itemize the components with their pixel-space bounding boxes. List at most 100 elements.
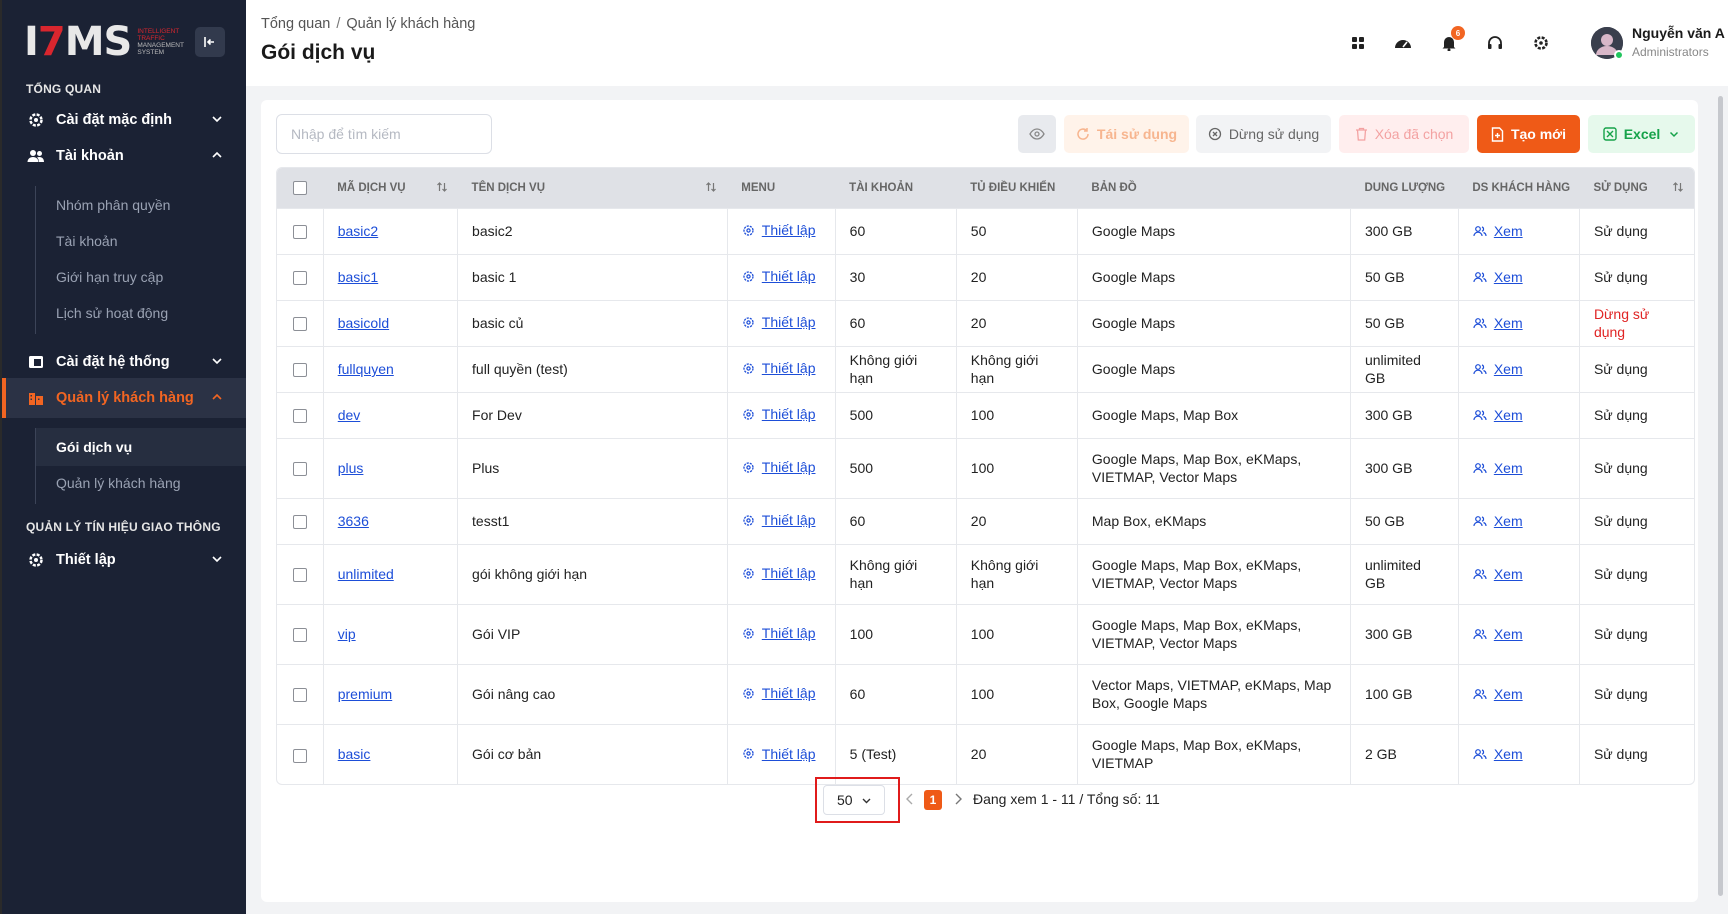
collapse-sidebar-button[interactable] xyxy=(195,27,225,57)
row-checkbox[interactable] xyxy=(292,317,307,332)
reuse-label: Tái sử dụng xyxy=(1096,126,1178,142)
menu-setup-link[interactable]: Thiết lập xyxy=(742,458,815,476)
sidebar-item-accounts[interactable]: Tài khoản xyxy=(2,136,246,176)
service-code-link[interactable]: unlimited xyxy=(338,566,394,582)
menu-setup-link[interactable]: Thiết lập xyxy=(742,359,815,377)
cell-service-code: basic1 xyxy=(322,253,458,300)
table-row: unlimited gói không giới hạn Thiết lập Khôn… xyxy=(277,543,1694,604)
excel-export-button[interactable]: Excel xyxy=(1588,115,1695,153)
service-code-link[interactable]: fullquyen xyxy=(338,361,394,377)
cell-controllers: 20 xyxy=(955,497,1078,544)
view-customers-link[interactable]: Xem xyxy=(1473,625,1523,643)
row-checkbox[interactable] xyxy=(292,409,307,424)
sidebar-item-setup[interactable]: Thiết lập xyxy=(2,540,246,580)
service-code-link[interactable]: basicold xyxy=(338,315,389,331)
sidebar-subitem-service-packages[interactable]: Gói dịch vụ xyxy=(36,428,246,466)
cell-accounts: 60 xyxy=(834,207,957,254)
sidebar-subitem-activity-history[interactable]: Lịch sử hoạt động xyxy=(36,294,246,332)
menu-setup-link[interactable]: Thiết lập xyxy=(742,624,815,642)
apps-button[interactable] xyxy=(1345,30,1371,56)
row-checkbox[interactable] xyxy=(292,568,307,583)
row-checkbox[interactable] xyxy=(292,688,307,703)
cell-service-name: For Dev xyxy=(457,391,728,438)
row-checkbox[interactable] xyxy=(292,515,307,530)
cell-maps: Google Maps, Map Box, eKMaps, VIETMAP, V… xyxy=(1076,603,1351,664)
cell-customer-list: Xem xyxy=(1457,723,1580,784)
row-checkbox[interactable] xyxy=(292,628,307,643)
breadcrumb-customer-management[interactable]: Quản lý khách hàng xyxy=(346,16,475,32)
cell-storage: 300 GB xyxy=(1349,603,1459,664)
next-page-button[interactable] xyxy=(953,792,963,806)
menu-setup-link[interactable]: Thiết lập xyxy=(742,313,815,331)
menu-setup-link[interactable]: Thiết lập xyxy=(742,267,815,285)
header-service-code[interactable]: MÃ DỊCH VỤ xyxy=(323,168,458,208)
view-customers-link[interactable]: Xem xyxy=(1473,459,1523,477)
cell-service-name: Gói VIP xyxy=(457,603,728,664)
delete-selected-button[interactable]: Xóa đã chọn xyxy=(1339,115,1469,153)
menu-setup-link[interactable]: Thiết lập xyxy=(742,745,815,763)
sidebar-subitem-customer-management[interactable]: Quản lý khách hàng xyxy=(36,464,246,502)
page-size-select[interactable]: 50 xyxy=(823,785,885,815)
view-customers-link[interactable]: Xem xyxy=(1473,745,1523,763)
service-code-link[interactable]: basic1 xyxy=(338,269,378,285)
menu-setup-link[interactable]: Thiết lập xyxy=(742,511,815,529)
support-button[interactable] xyxy=(1482,30,1508,56)
header-service-name[interactable]: TÊN DỊCH VỤ xyxy=(457,168,728,208)
cell-maps: Vector Maps, VIETMAP, eKMaps, Map Box, G… xyxy=(1076,663,1351,724)
dashboard-button[interactable] xyxy=(1390,30,1416,56)
page-scrollbar[interactable] xyxy=(1718,96,1723,896)
settings-icon xyxy=(742,567,755,580)
toggle-columns-button[interactable] xyxy=(1018,115,1056,153)
service-code-link[interactable]: 3636 xyxy=(338,513,369,529)
view-customers-link[interactable]: Xem xyxy=(1473,685,1523,703)
row-checkbox[interactable] xyxy=(292,363,307,378)
menu-setup-link[interactable]: Thiết lập xyxy=(742,405,815,423)
settings-button[interactable] xyxy=(1528,30,1554,56)
select-all-checkbox[interactable] xyxy=(293,180,308,195)
menu-setup-link[interactable]: Thiết lập xyxy=(742,221,815,239)
prev-page-button[interactable] xyxy=(905,792,915,806)
row-checkbox[interactable] xyxy=(292,225,307,240)
service-code-link[interactable]: basic xyxy=(338,746,371,762)
service-code-link[interactable]: premium xyxy=(338,686,392,702)
add-document-icon xyxy=(1491,126,1504,142)
user-name[interactable]: Nguyễn văn A xyxy=(1632,25,1725,41)
service-code-link[interactable]: vip xyxy=(338,626,356,642)
row-checkbox[interactable] xyxy=(292,462,307,477)
page-number-current[interactable]: 1 xyxy=(924,790,942,810)
header-usage[interactable]: SỬ DỤNG xyxy=(1579,168,1694,208)
view-customers-link[interactable]: Xem xyxy=(1473,565,1523,583)
eye-icon xyxy=(1029,128,1045,140)
create-new-button[interactable]: Tạo mới xyxy=(1477,115,1580,153)
row-checkbox[interactable] xyxy=(292,748,307,763)
view-customers-label: Xem xyxy=(1493,459,1523,476)
service-code-link[interactable]: dev xyxy=(338,407,361,423)
headset-icon xyxy=(1488,36,1502,49)
sidebar-subitem-accounts[interactable]: Tài khoản xyxy=(36,222,246,260)
status-text: Sử dụng xyxy=(1593,223,1648,239)
view-customers-link[interactable]: Xem xyxy=(1473,268,1523,286)
view-customers-link[interactable]: Xem xyxy=(1473,360,1523,378)
view-customers-link[interactable]: Xem xyxy=(1473,222,1523,240)
row-checkbox[interactable] xyxy=(292,271,307,286)
search-input[interactable] xyxy=(276,114,492,154)
cell-storage: unlimited GB xyxy=(1349,345,1459,392)
sidebar-subitem-permission-groups[interactable]: Nhóm phân quyền xyxy=(36,186,246,224)
stop-using-button[interactable]: Dừng sử dụng xyxy=(1196,115,1331,153)
view-customers-link[interactable]: Xem xyxy=(1473,314,1523,332)
sidebar-item-customer-management[interactable]: Quản lý khách hàng xyxy=(2,378,246,418)
service-code-link[interactable]: plus xyxy=(338,460,364,476)
sidebar-subitem-access-limit[interactable]: Giới hạn truy cập xyxy=(36,258,246,296)
menu-setup-link[interactable]: Thiết lập xyxy=(742,564,815,582)
view-customers-link[interactable]: Xem xyxy=(1473,406,1523,424)
service-code-link[interactable]: basic2 xyxy=(338,223,378,239)
avatar[interactable] xyxy=(1591,27,1624,60)
view-customers-link[interactable]: Xem xyxy=(1473,512,1523,530)
reuse-button[interactable]: Tái sử dụng xyxy=(1064,115,1189,153)
sidebar-item-default-settings[interactable]: Cài đặt mặc định xyxy=(2,100,246,140)
sidebar-item-system-settings[interactable]: Cài đặt hệ thống xyxy=(2,342,246,382)
cell-customer-list: Xem xyxy=(1457,603,1580,664)
menu-setup-link[interactable]: Thiết lập xyxy=(742,684,815,702)
breadcrumb-overview[interactable]: Tổng quan xyxy=(261,16,330,32)
notifications-button[interactable]: 6 xyxy=(1436,26,1465,56)
